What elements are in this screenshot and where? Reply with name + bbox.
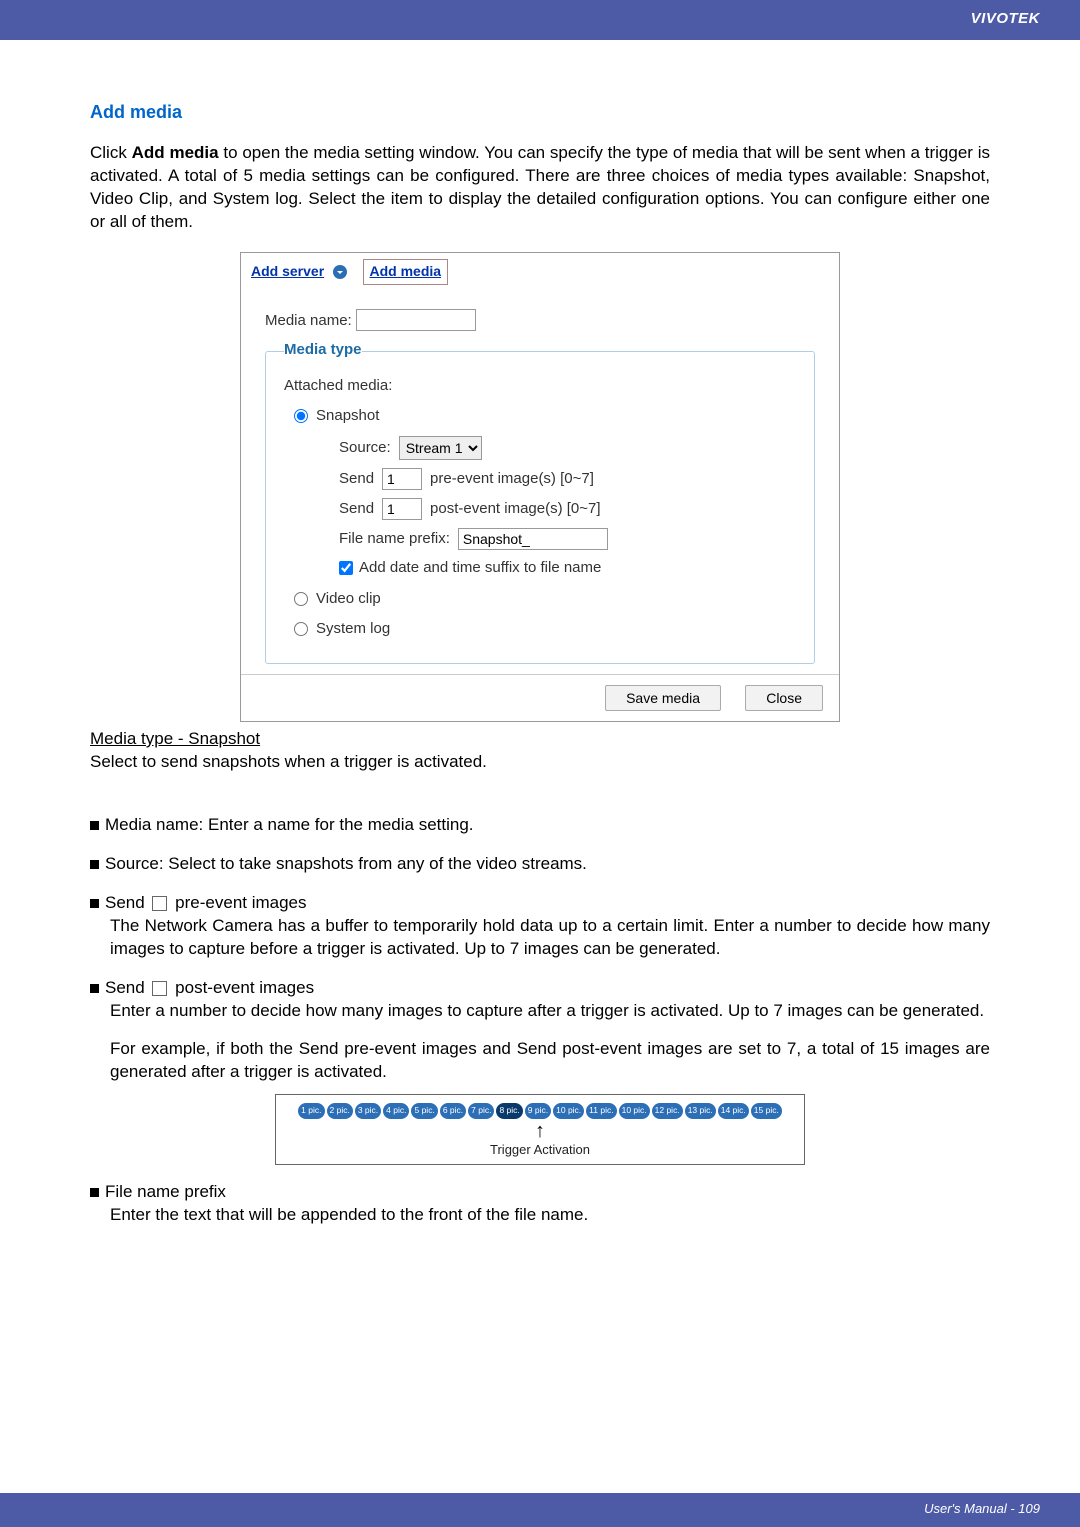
send-label-2: Send xyxy=(339,499,374,519)
diagram-pill: 12 pic. xyxy=(652,1103,683,1118)
intro-paragraph: Click Add media to open the media settin… xyxy=(90,142,990,234)
inline-box-icon xyxy=(152,981,167,996)
bullet-filename-prefix-desc: Enter the text that will be appended to … xyxy=(110,1204,990,1227)
radio-systemlog[interactable] xyxy=(294,622,308,636)
media-name-row: Media name: xyxy=(265,309,815,331)
diagram-pill: 15 pic. xyxy=(751,1103,782,1118)
panel-top-links: Add server Add media xyxy=(241,253,839,291)
bullet-filename-prefix: File name prefix Enter the text that wil… xyxy=(90,1181,990,1227)
dropdown-icon[interactable] xyxy=(332,264,348,280)
source-row: Source: Stream 1 xyxy=(339,436,796,460)
radio-videoclip-row: Video clip xyxy=(294,589,796,609)
bullet-pre-rest: pre-event images xyxy=(175,893,306,912)
bullet-source-text: Source: Select to take snapshots from an… xyxy=(105,854,587,873)
bullet-pre-label: Send xyxy=(105,893,145,912)
diagram-pill: 10 pic. xyxy=(553,1103,584,1118)
diagram-pill: 10 pic. xyxy=(619,1103,650,1118)
diagram-pill: 14 pic. xyxy=(718,1103,749,1118)
snapshot-subtext: Select to send snapshots when a trigger … xyxy=(90,751,990,774)
filename-prefix-label: File name prefix: xyxy=(339,529,450,549)
bullet-post-label: Send xyxy=(105,978,145,997)
diagram-pill: 3 pic. xyxy=(355,1103,381,1118)
close-button[interactable]: Close xyxy=(745,685,823,711)
media-name-input[interactable] xyxy=(356,309,476,331)
bullet-media-name-text: Media name: Enter a name for the media s… xyxy=(105,815,474,834)
pre-event-input[interactable] xyxy=(382,468,422,490)
diagram-pill: 5 pic. xyxy=(411,1103,437,1118)
datetime-suffix-row: Add date and time suffix to file name xyxy=(339,558,796,578)
bullet-icon xyxy=(90,1188,99,1197)
pill-row: 1 pic.2 pic.3 pic.4 pic.5 pic.6 pic.7 pi… xyxy=(284,1103,796,1118)
bullet-filename-prefix-label: File name prefix xyxy=(105,1182,226,1201)
intro-prefix: Click xyxy=(90,143,132,162)
add-server-link[interactable]: Add server xyxy=(251,263,324,279)
media-name-label: Media name: xyxy=(265,312,352,329)
filename-prefix-row: File name prefix: xyxy=(339,528,796,550)
brand-text: VIVOTEK xyxy=(971,10,1040,27)
bullet-post: Send post-event images Enter a number to… xyxy=(90,977,990,1166)
media-settings-panel: Add server Add media Media name: Media t… xyxy=(240,252,840,722)
attached-media-label: Attached media: xyxy=(284,376,796,396)
post-event-suffix: post-event image(s) [0~7] xyxy=(430,499,601,519)
datetime-suffix-checkbox[interactable] xyxy=(339,561,353,575)
bullet-source: Source: Select to take snapshots from an… xyxy=(90,853,990,876)
media-type-legend: Media type xyxy=(284,340,362,360)
footer-bar: User's Manual - 109 xyxy=(0,1493,1080,1527)
diagram-pill: 6 pic. xyxy=(440,1103,466,1118)
section-title: Add media xyxy=(90,100,990,124)
post-event-row: Send post-event image(s) [0~7] xyxy=(339,498,796,520)
page-content: Add media Click Add media to open the me… xyxy=(0,40,1080,1227)
bullet-icon xyxy=(90,984,99,993)
pre-event-row: Send pre-event image(s) [0~7] xyxy=(339,468,796,490)
bullet-post-desc2: For example, if both the Send pre-event … xyxy=(110,1038,990,1084)
bullet-icon xyxy=(90,899,99,908)
bullet-post-rest: post-event images xyxy=(175,978,314,997)
diagram-pill: 1 pic. xyxy=(298,1103,324,1118)
bullet-icon xyxy=(90,860,99,869)
send-label-1: Send xyxy=(339,469,374,489)
save-media-button[interactable]: Save media xyxy=(605,685,721,711)
diagram-pill: 8 pic. xyxy=(496,1103,522,1118)
post-event-input[interactable] xyxy=(382,498,422,520)
intro-strong: Add media xyxy=(132,143,219,162)
add-media-link[interactable]: Add media xyxy=(363,259,449,285)
bullet-icon xyxy=(90,821,99,830)
intro-rest: to open the media setting window. You ca… xyxy=(90,143,990,231)
radio-systemlog-row: System log xyxy=(294,619,796,639)
diagram-pill: 13 pic. xyxy=(685,1103,716,1118)
diagram-pill: 2 pic. xyxy=(327,1103,353,1118)
media-type-fieldset: Media type Attached media: Snapshot Sour… xyxy=(265,342,815,665)
bullet-media-name: Media name: Enter a name for the media s… xyxy=(90,814,990,837)
filename-prefix-input[interactable] xyxy=(458,528,608,550)
diagram-pill: 7 pic. xyxy=(468,1103,494,1118)
add-media-link-text: Add media xyxy=(370,263,442,279)
radio-systemlog-label: System log xyxy=(316,619,390,639)
diagram-pill: 11 pic. xyxy=(586,1103,616,1118)
header-bar: VIVOTEK xyxy=(0,0,1080,40)
panel-button-bar: Save media Close xyxy=(241,674,839,721)
bullet-pre-desc: The Network Camera has a buffer to tempo… xyxy=(110,915,990,961)
snapshot-heading: Media type - Snapshot xyxy=(90,728,990,751)
source-select[interactable]: Stream 1 xyxy=(399,436,482,460)
diagram-pill: 9 pic. xyxy=(525,1103,551,1118)
radio-snapshot[interactable] xyxy=(294,409,308,423)
bullet-pre: Send pre-event images The Network Camera… xyxy=(90,892,990,961)
radio-snapshot-label: Snapshot xyxy=(316,406,379,426)
inline-box-icon xyxy=(152,896,167,911)
panel-body: Media name: Media type Attached media: S… xyxy=(241,291,839,674)
diagram-caption: Trigger Activation xyxy=(284,1141,796,1159)
source-label: Source: xyxy=(339,438,391,458)
radio-snapshot-row: Snapshot xyxy=(294,406,796,426)
bullet-post-desc1: Enter a number to decide how many images… xyxy=(110,1000,990,1023)
pre-event-suffix: pre-event image(s) [0~7] xyxy=(430,469,594,489)
radio-videoclip-label: Video clip xyxy=(316,589,381,609)
datetime-suffix-label: Add date and time suffix to file name xyxy=(359,558,601,578)
bullet-list: Media name: Enter a name for the media s… xyxy=(90,814,990,1227)
trigger-diagram: 1 pic.2 pic.3 pic.4 pic.5 pic.6 pic.7 pi… xyxy=(275,1094,805,1165)
footer-text: User's Manual - 109 xyxy=(924,1501,1040,1516)
arrow-up-icon: ↑ xyxy=(284,1121,796,1141)
radio-videoclip[interactable] xyxy=(294,592,308,606)
diagram-pill: 4 pic. xyxy=(383,1103,409,1118)
